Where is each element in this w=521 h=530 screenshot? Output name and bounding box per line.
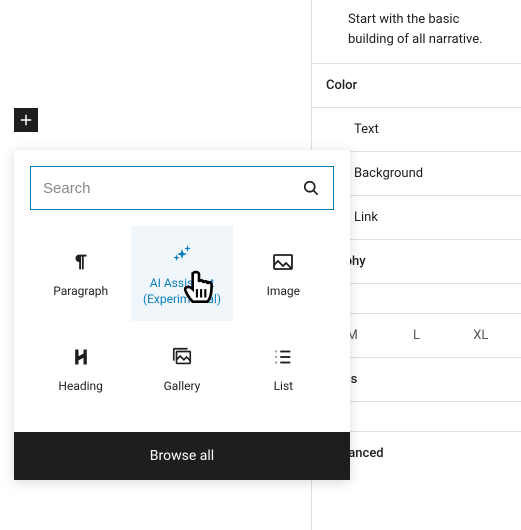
gallery-icon <box>171 343 193 371</box>
block-list[interactable]: List <box>233 321 334 416</box>
block-label: Paragraph <box>53 284 108 300</box>
block-paragraph[interactable]: Paragraph <box>30 226 131 321</box>
block-image[interactable]: Image <box>233 226 334 321</box>
color-text-row[interactable]: Text <box>312 108 521 152</box>
add-block-button[interactable] <box>14 108 38 132</box>
color-section-header[interactable]: Color <box>312 64 521 108</box>
heading-icon <box>71 343 91 371</box>
block-description: Start with the basic building of all nar… <box>312 0 521 64</box>
block-label: List <box>274 379 294 395</box>
search-icon <box>301 178 321 198</box>
size-xl[interactable]: XL <box>449 328 513 343</box>
size-l[interactable]: L <box>384 328 448 343</box>
block-label: Gallery <box>164 379 201 395</box>
plus-icon <box>17 111 35 129</box>
browse-all-button[interactable]: Browse all <box>14 432 350 480</box>
search-input[interactable] <box>43 180 301 197</box>
sparkle-icon <box>171 240 193 268</box>
block-inserter-panel: Paragraph AI Assistant (Experimental) Im… <box>14 150 350 480</box>
list-icon <box>272 343 294 371</box>
block-heading[interactable]: Heading <box>30 321 131 416</box>
block-label: Heading <box>58 379 103 395</box>
search-box[interactable] <box>30 166 334 210</box>
block-gallery[interactable]: Gallery <box>131 321 232 416</box>
block-label: Image <box>267 284 300 300</box>
block-label: AI Assistant (Experimental) <box>135 276 228 307</box>
paragraph-icon <box>70 248 92 276</box>
image-icon <box>271 248 295 276</box>
block-ai-assistant[interactable]: AI Assistant (Experimental) <box>131 226 232 321</box>
